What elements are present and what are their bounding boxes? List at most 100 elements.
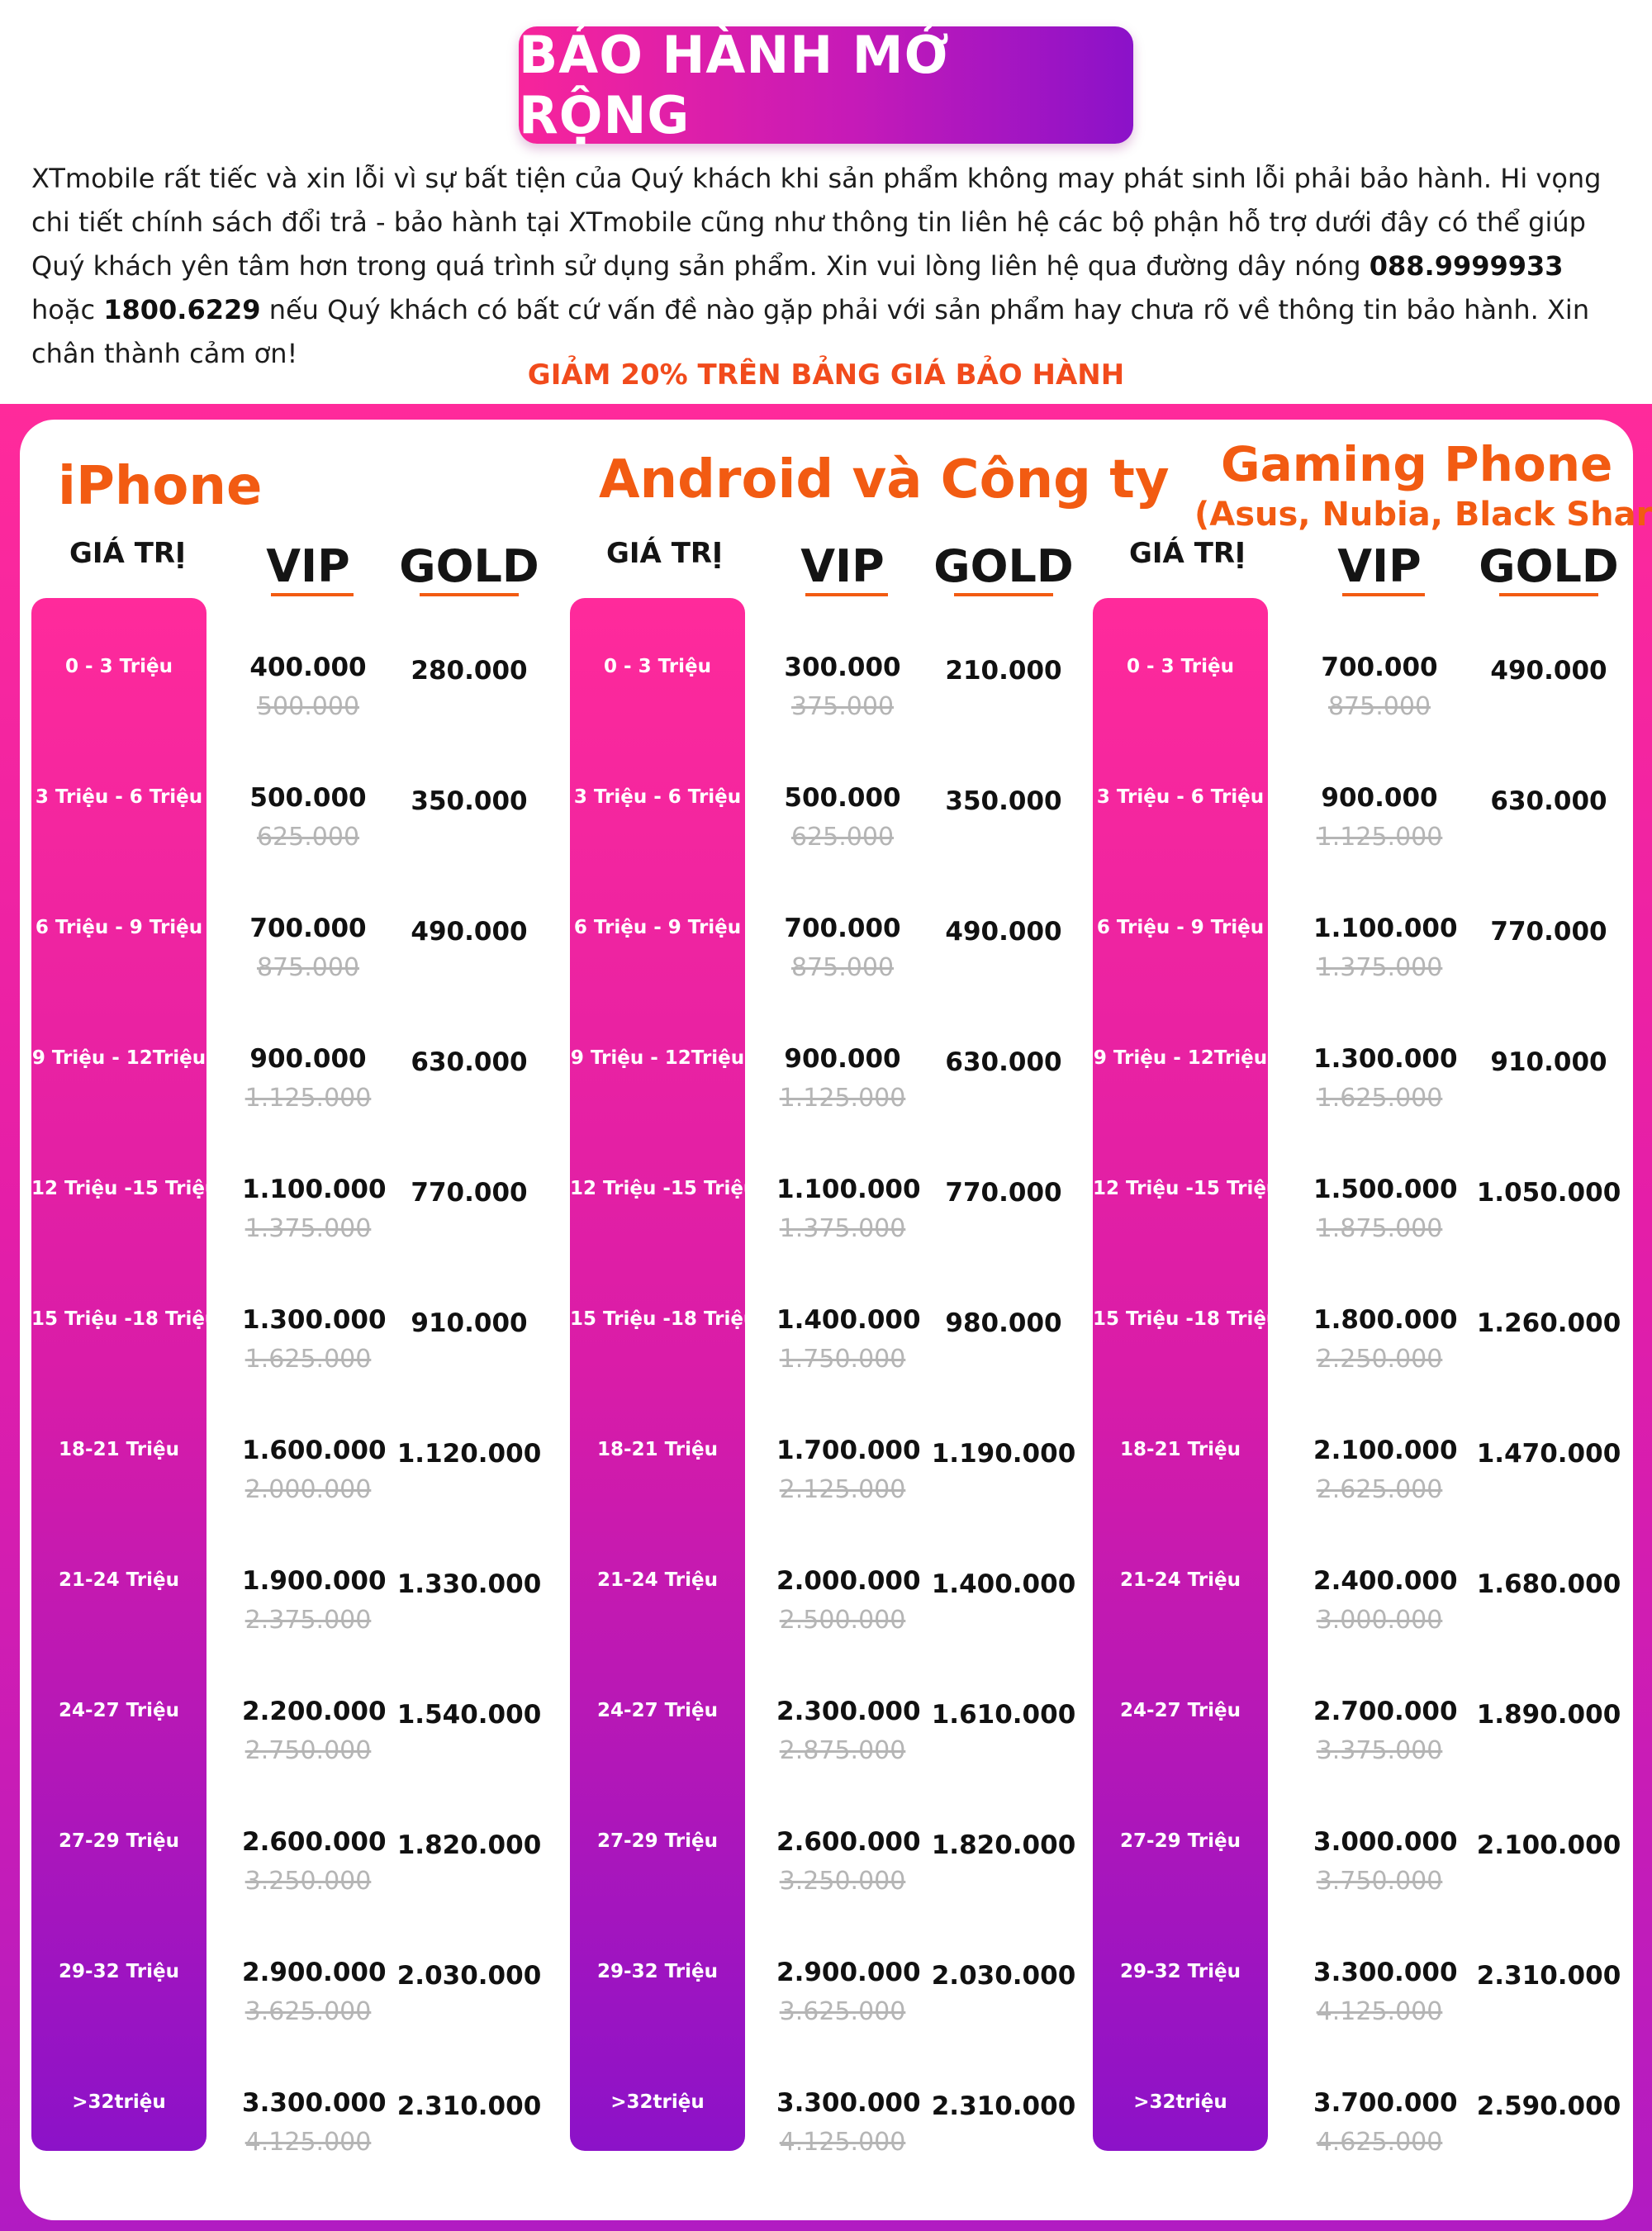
vip-original-price: 4.125.000 — [779, 2128, 906, 2157]
price-range-label: 21-24 Triệu — [59, 1569, 179, 1591]
intro-paragraph: XTmobile rất tiếc và xin lỗi vì sự bất t… — [31, 157, 1626, 376]
vip-original-price: 2.750.000 — [244, 1736, 372, 1765]
hotline-1: 088.9999933 — [1369, 250, 1564, 282]
vip-price: 1.700.000 — [776, 1436, 921, 1465]
vip-original-price: 1.125.000 — [779, 1084, 906, 1113]
gold-price: 2.590.000 — [1476, 2091, 1621, 2121]
vip-price: 2.000.000 — [776, 1566, 921, 1596]
price-range-label: >32triệu — [72, 2091, 166, 2113]
vip-price: 2.400.000 — [1313, 1566, 1458, 1596]
vip-price: 3.000.000 — [1313, 1827, 1458, 1857]
vip-original-price: 625.000 — [790, 823, 895, 852]
gold-price: 770.000 — [945, 1178, 1062, 1208]
vip-price: 300.000 — [784, 653, 901, 682]
gold-price: 2.310.000 — [931, 2091, 1076, 2121]
vip-original-price: 4.125.000 — [1316, 1997, 1443, 2026]
price-range-label: 27-29 Triệu — [1120, 1830, 1241, 1852]
price-range-label: 24-27 Triệu — [1120, 1700, 1241, 1721]
vip-original-price: 4.625.000 — [1316, 2128, 1443, 2157]
vip-column-header: VIP — [266, 540, 350, 592]
price-range-label: 3 Triệu - 6 Triệu — [573, 786, 742, 808]
vip-price: 2.200.000 — [242, 1697, 387, 1726]
vip-price: 2.600.000 — [776, 1827, 921, 1857]
vip-original-price: 3.750.000 — [1316, 1867, 1443, 1896]
section-title: Android và Công ty — [599, 449, 1170, 510]
value-column-header: GIÁ TRỊ — [1129, 537, 1246, 570]
hotline-2: 1800.6229 — [103, 294, 261, 325]
price-range-label: 0 - 3 Triệu — [1127, 656, 1234, 677]
vip-original-price: 875.000 — [1327, 692, 1431, 721]
vip-price: 3.300.000 — [242, 2088, 387, 2118]
intro-text: XTmobile rất tiếc và xin lỗi vì sự bất t… — [31, 163, 1602, 282]
vip-price: 1.400.000 — [776, 1305, 921, 1335]
vip-price: 1.900.000 — [242, 1566, 387, 1596]
vip-original-price: 3.250.000 — [244, 1867, 372, 1896]
gold-price: 2.030.000 — [931, 1961, 1076, 1991]
price-range-label: >32triệu — [610, 2091, 705, 2113]
gold-price: 210.000 — [945, 656, 1062, 686]
gold-price: 2.100.000 — [1476, 1830, 1621, 1860]
price-range-label: 12 Triệu -15 Triệu — [570, 1178, 757, 1199]
gold-header-underline — [420, 593, 519, 596]
vip-column-header: VIP — [800, 540, 885, 592]
vip-price: 700.000 — [249, 914, 367, 943]
gold-price: 2.030.000 — [396, 1961, 542, 1991]
gold-price: 2.310.000 — [1476, 1961, 1621, 1991]
price-range-label: 9 Triệu - 12Triệu — [1093, 1047, 1268, 1069]
vip-original-price: 1.750.000 — [779, 1345, 906, 1374]
gold-header-underline — [1499, 593, 1598, 596]
vip-price: 900.000 — [249, 1044, 367, 1074]
price-range-label: 29-32 Triệu — [1120, 1961, 1241, 1982]
price-range-label: 0 - 3 Triệu — [65, 656, 173, 677]
section-title: iPhone — [58, 456, 263, 517]
vip-original-price: 375.000 — [790, 692, 895, 721]
vip-original-price: 3.250.000 — [779, 1867, 906, 1896]
title-banner: BẢO HÀNH MỞ RỘNG — [519, 25, 1133, 145]
vip-price: 2.900.000 — [242, 1958, 387, 1987]
section-subtitle: (Asus, Nubia, Black Shark) — [1194, 496, 1652, 534]
value-column-header: GIÁ TRỊ — [606, 537, 723, 570]
price-range-label: 6 Triệu - 9 Triệu — [35, 917, 203, 938]
vip-price: 1.100.000 — [776, 1175, 921, 1204]
gold-price: 630.000 — [945, 1047, 1062, 1077]
price-range-label: 0 - 3 Triệu — [604, 656, 711, 677]
price-range-label: 24-27 Triệu — [59, 1700, 179, 1721]
vip-price: 1.100.000 — [242, 1175, 387, 1204]
vip-original-price: 3.000.000 — [1316, 1606, 1443, 1635]
vip-price: 900.000 — [784, 1044, 901, 1074]
gold-price: 630.000 — [1490, 786, 1607, 816]
vip-original-price: 1.625.000 — [244, 1345, 372, 1374]
vip-price: 700.000 — [784, 914, 901, 943]
gold-column-header: GOLD — [1479, 540, 1619, 592]
vip-price: 400.000 — [249, 653, 367, 682]
vip-price: 700.000 — [1321, 653, 1438, 682]
vip-price: 1.800.000 — [1313, 1305, 1458, 1335]
vip-price: 1.500.000 — [1313, 1175, 1458, 1204]
vip-price: 2.900.000 — [776, 1958, 921, 1987]
page-title: BẢO HÀNH MỞ RỘNG — [519, 25, 950, 145]
price-range-label: 29-32 Triệu — [597, 1961, 718, 1982]
vip-original-price: 1.375.000 — [244, 1214, 372, 1243]
gold-price: 1.680.000 — [1476, 1569, 1621, 1599]
gold-price: 490.000 — [411, 917, 528, 947]
price-range-label: 6 Triệu - 9 Triệu — [573, 917, 742, 938]
price-range-column — [1093, 598, 1268, 2151]
vip-original-price: 4.125.000 — [244, 2128, 372, 2157]
vip-original-price: 1.375.000 — [779, 1214, 906, 1243]
price-range-label: 18-21 Triệu — [597, 1439, 718, 1460]
gold-price: 910.000 — [1490, 1047, 1607, 1077]
price-range-label: 15 Triệu -18 Triệu — [1093, 1308, 1280, 1330]
gold-price: 490.000 — [945, 917, 1062, 947]
gold-header-underline — [954, 593, 1053, 596]
gold-column-header: GOLD — [399, 540, 539, 592]
price-range-label: 18-21 Triệu — [59, 1439, 179, 1460]
price-range-column — [570, 598, 745, 2151]
vip-price: 900.000 — [1321, 783, 1438, 813]
vip-header-underline — [271, 593, 354, 596]
price-range-label: 21-24 Triệu — [597, 1569, 718, 1591]
vip-original-price: 3.625.000 — [244, 1997, 372, 2026]
vip-price: 500.000 — [249, 783, 367, 813]
price-range-label: 15 Triệu -18 Triệu — [31, 1308, 219, 1330]
intro-text-or: hoặc — [31, 294, 104, 325]
vip-price: 3.700.000 — [1313, 2088, 1458, 2118]
